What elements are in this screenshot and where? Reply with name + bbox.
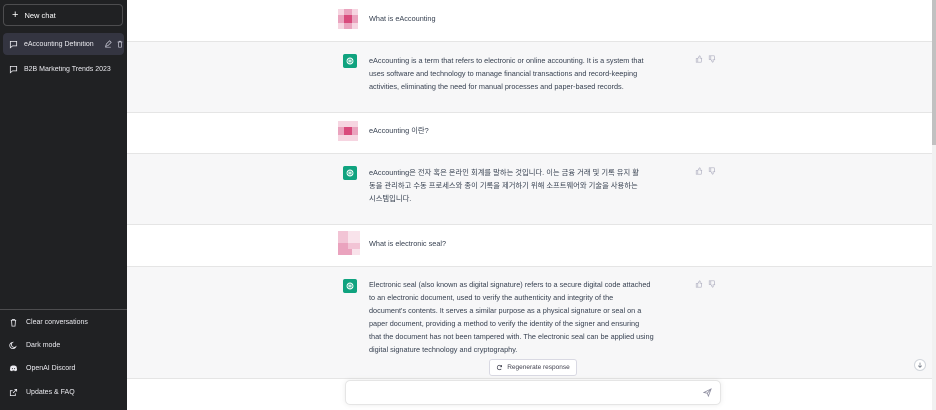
conversation-item-b2b[interactable]: B2B Marketing Trends 2023 bbox=[3, 58, 124, 80]
clear-conversations-label: Clear conversations bbox=[26, 318, 88, 326]
send-icon[interactable] bbox=[702, 388, 712, 399]
trash-icon[interactable] bbox=[116, 40, 124, 48]
user-message-text: What is electronic seal? bbox=[369, 239, 447, 248]
page-scrollbar-thumb[interactable] bbox=[932, 0, 936, 145]
sidebar-divider bbox=[0, 309, 127, 310]
discord-link[interactable]: OpenAI Discord bbox=[3, 357, 124, 379]
updates-faq-label: Updates & FAQ bbox=[26, 388, 75, 396]
new-chat-button[interactable]: + New chat bbox=[3, 4, 123, 26]
discord-icon bbox=[9, 364, 18, 373]
feedback-actions bbox=[695, 280, 716, 288]
arrow-down-icon bbox=[917, 362, 923, 368]
user-message-text: What is eAccounting bbox=[369, 14, 436, 23]
external-link-icon bbox=[9, 388, 18, 397]
message-input[interactable] bbox=[354, 386, 694, 400]
thumbs-up-icon[interactable] bbox=[695, 280, 703, 288]
chat-bubble-icon bbox=[9, 65, 18, 74]
user-avatar bbox=[338, 231, 360, 255]
discord-label: OpenAI Discord bbox=[26, 364, 76, 372]
thumbs-up-icon[interactable] bbox=[695, 55, 703, 63]
conversation-label: B2B Marketing Trends 2023 bbox=[24, 65, 111, 73]
trash-icon bbox=[9, 318, 18, 327]
sidebar: + New chat eAccounting Definition B2B Ma… bbox=[0, 0, 127, 410]
user-message-text: eAccounting 이란? bbox=[369, 126, 429, 135]
updates-faq-link[interactable]: Updates & FAQ bbox=[3, 381, 124, 403]
feedback-actions bbox=[695, 55, 716, 63]
openai-logo-icon bbox=[343, 54, 357, 68]
thumbs-down-icon[interactable] bbox=[708, 167, 716, 175]
conversation-label: eAccounting Definition bbox=[24, 40, 94, 48]
edit-icon[interactable] bbox=[104, 40, 112, 48]
refresh-icon bbox=[496, 364, 503, 371]
plus-icon: + bbox=[12, 8, 19, 21]
conversation-item-eaccounting[interactable]: eAccounting Definition bbox=[3, 33, 124, 55]
user-message: What is electronic seal? bbox=[127, 225, 936, 267]
user-avatar bbox=[338, 121, 358, 141]
thumbs-down-icon[interactable] bbox=[708, 280, 716, 288]
user-avatar bbox=[338, 9, 358, 29]
new-chat-label: New chat bbox=[24, 10, 56, 20]
dark-mode-button[interactable]: Dark mode bbox=[3, 334, 124, 356]
openai-logo-icon bbox=[343, 166, 357, 180]
dark-mode-label: Dark mode bbox=[26, 341, 61, 349]
message-composer bbox=[345, 380, 721, 405]
scroll-to-bottom-button[interactable] bbox=[914, 359, 926, 371]
regenerate-response-button[interactable]: Regenerate response bbox=[489, 359, 577, 376]
chat-bubble-icon bbox=[9, 40, 18, 49]
feedback-actions bbox=[695, 167, 716, 175]
assistant-message-text: eAccounting은 전자 혹은 온라인 회계를 말하는 것입니다. 이는 … bbox=[369, 168, 639, 203]
assistant-message: eAccounting is a term that refers to ele… bbox=[127, 42, 936, 113]
openai-logo-icon bbox=[343, 279, 357, 293]
user-message: eAccounting 이란? bbox=[127, 113, 936, 154]
assistant-message-text: Electronic seal (also known as digital s… bbox=[369, 280, 654, 354]
thumbs-down-icon[interactable] bbox=[708, 55, 716, 63]
clear-conversations-button[interactable]: Clear conversations bbox=[3, 311, 124, 333]
chat-main: What is eAccounting eAccounting is a ter… bbox=[127, 0, 936, 410]
moon-icon bbox=[9, 341, 18, 350]
assistant-message-text: eAccounting is a term that refers to ele… bbox=[369, 56, 644, 91]
regenerate-label: Regenerate response bbox=[507, 364, 570, 371]
thumbs-up-icon[interactable] bbox=[695, 167, 703, 175]
assistant-message: eAccounting은 전자 혹은 온라인 회계를 말하는 것입니다. 이는 … bbox=[127, 154, 936, 225]
user-message: What is eAccounting bbox=[127, 0, 936, 42]
